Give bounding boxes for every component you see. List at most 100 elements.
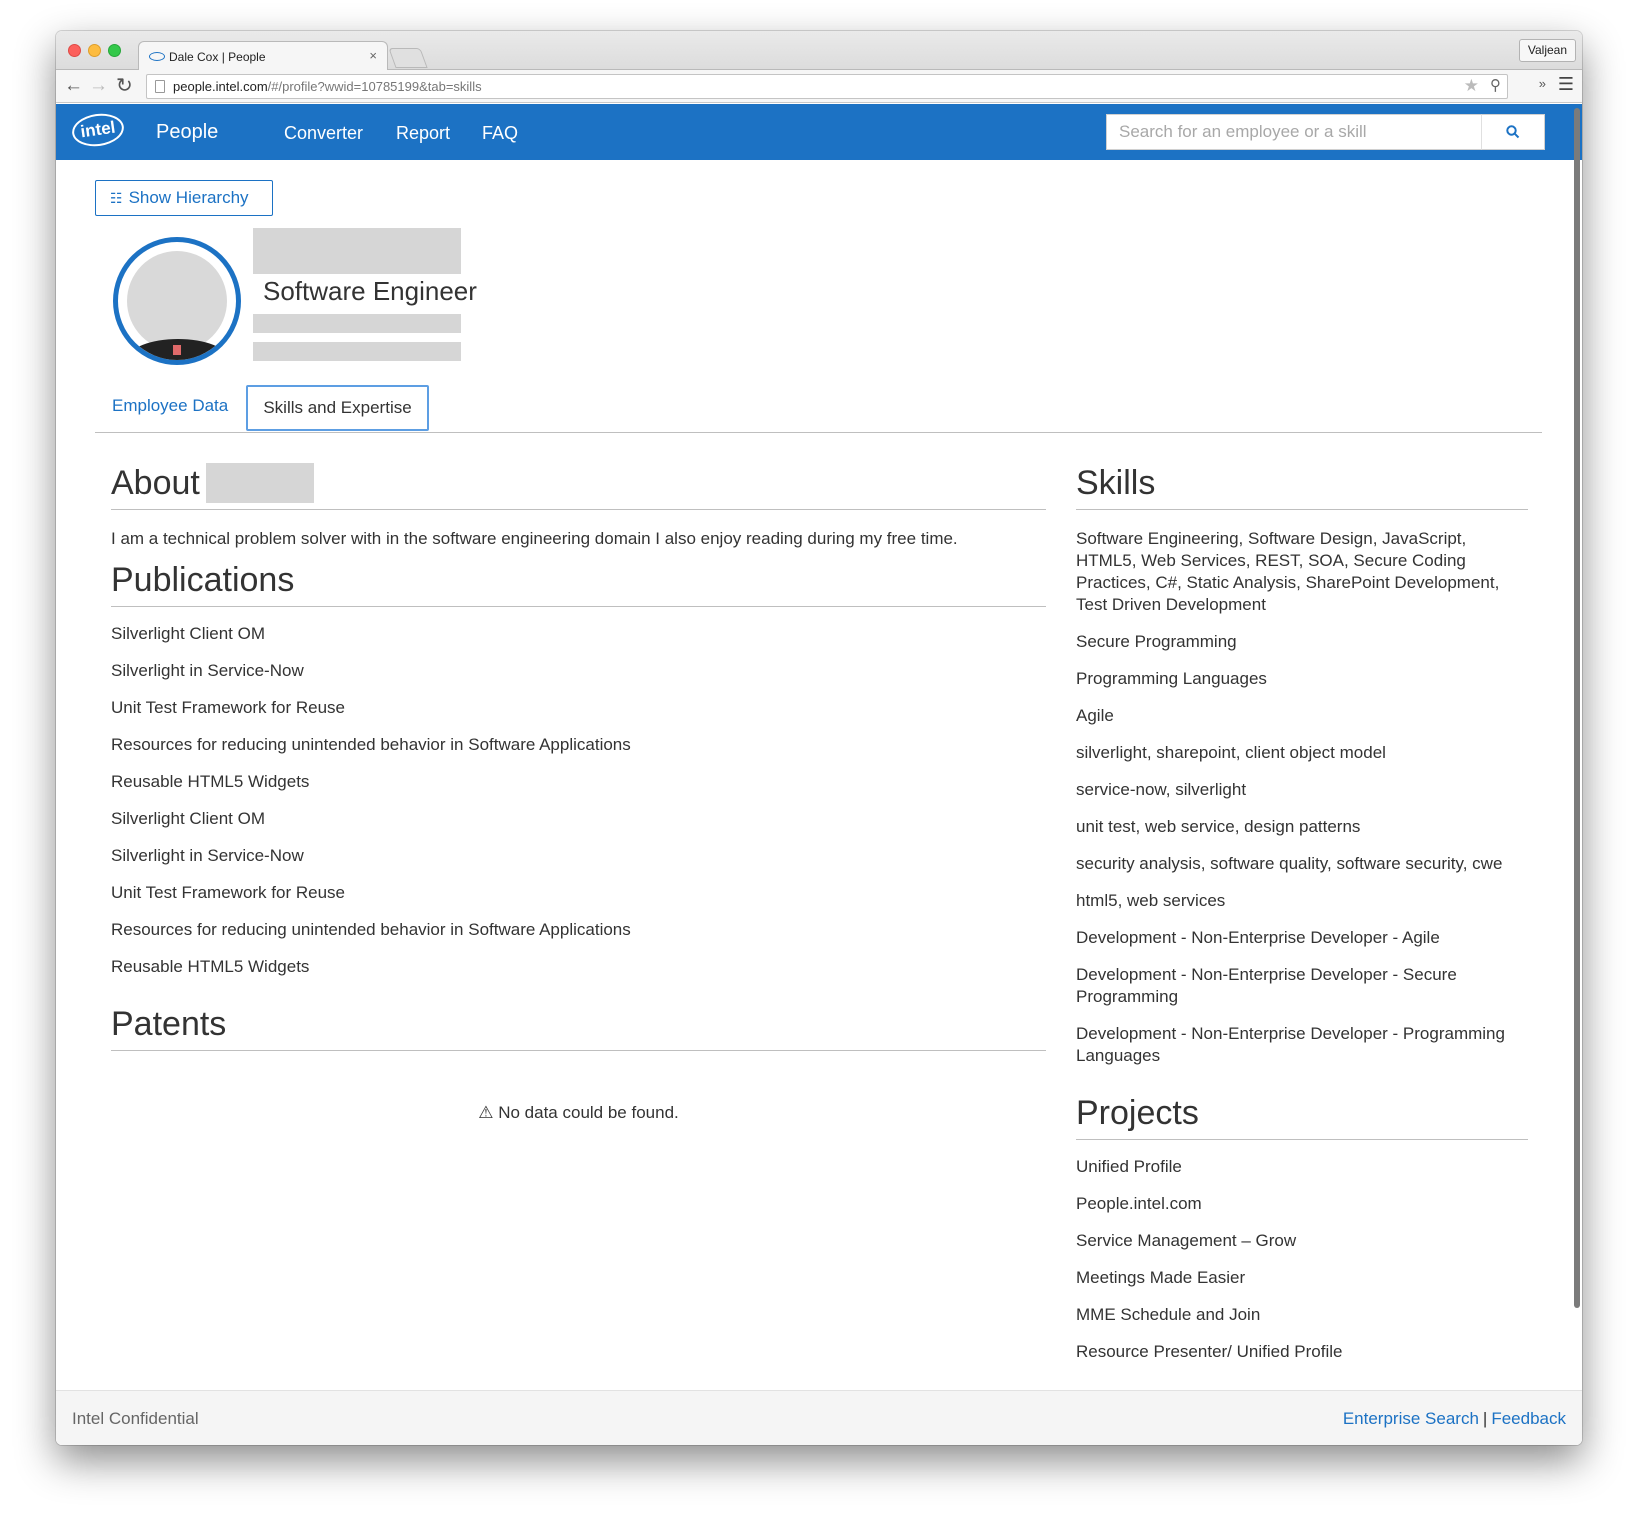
skill-item: Development - Non-Enterprise Developer -… — [1076, 928, 1440, 947]
nav-link-faq[interactable]: FAQ — [482, 123, 518, 144]
publication-item: Resources for reducing unintended behavi… — [111, 920, 631, 939]
tab-title: Dale Cox | People — [169, 50, 266, 64]
skills-heading: Skills — [1076, 464, 1156, 502]
maximize-window-button[interactable] — [108, 44, 121, 57]
close-window-button[interactable] — [68, 44, 81, 57]
page-icon — [155, 80, 165, 93]
about-heading-text: About — [111, 464, 200, 502]
address-bar[interactable]: people.intel.com/#/profile?wwid=10785199… — [146, 74, 1508, 99]
publication-item: Reusable HTML5 Widgets — [111, 957, 310, 976]
nav-link-report[interactable]: Report — [396, 123, 450, 144]
back-arrow-icon[interactable]: ← — [64, 74, 83, 98]
url-path: /#/profile?wwid=10785199&tab=skills — [267, 79, 482, 94]
warning-icon: ⚠ — [478, 1103, 494, 1122]
tab-close-icon[interactable]: × — [369, 48, 377, 63]
section-divider — [111, 1050, 1046, 1051]
forward-arrow-icon[interactable]: → — [89, 74, 108, 98]
publication-item: Silverlight Client OM — [111, 809, 265, 828]
publication-item: Silverlight Client OM — [111, 624, 265, 643]
publication-item: Unit Test Framework for Reuse — [111, 883, 345, 902]
redacted-detail — [253, 314, 461, 333]
footer-confidential: Intel Confidential — [72, 1409, 199, 1428]
left-column: About I am a technical problem solver wi… — [111, 459, 1046, 1123]
search-button[interactable] — [1481, 114, 1545, 150]
skills-list: Software Engineering, Software Design, J… — [1076, 528, 1528, 1067]
new-tab-button[interactable] — [388, 48, 428, 68]
project-item: Service Management – Grow — [1076, 1231, 1297, 1250]
feedback-link[interactable]: Feedback — [1491, 1409, 1566, 1428]
browser-toolbar: ← → ↻ people.intel.com/#/profile?wwid=10… — [56, 70, 1582, 103]
nav-link-converter[interactable]: Converter — [284, 123, 363, 144]
tabs-divider — [95, 432, 1542, 433]
intel-logo[interactable]: intel — [70, 110, 126, 150]
sitemap-icon: ☷ — [110, 190, 123, 206]
redacted-name — [253, 228, 461, 274]
skill-item: security analysis, software quality, sof… — [1076, 854, 1503, 873]
extensions-overflow-icon[interactable]: » — [1539, 76, 1546, 91]
skill-item: Development - Non-Enterprise Developer -… — [1076, 1024, 1505, 1065]
intel-favicon-icon — [149, 52, 165, 61]
project-item: Unified Profile — [1076, 1157, 1182, 1176]
page-viewport: intel People Converter Report FAQ ☷ Show … — [56, 104, 1582, 1445]
project-item: Resource Presenter/ Unified Profile — [1076, 1342, 1343, 1361]
url-host: people.intel.com — [173, 79, 268, 94]
browser-menu-icon[interactable]: ☰ — [1558, 74, 1574, 95]
skill-item: Agile — [1076, 706, 1114, 725]
skill-item: html5, web services — [1076, 891, 1226, 910]
skill-item: service-now, silverlight — [1076, 780, 1247, 799]
skill-item: silverlight, sharepoint, client object m… — [1076, 743, 1386, 762]
redacted-about-name — [206, 463, 314, 503]
avatar-head — [127, 251, 227, 351]
tab-skills-and-expertise[interactable]: Skills and Expertise — [246, 385, 429, 431]
bookmark-star-icon[interactable]: ★ — [1464, 76, 1479, 96]
patents-empty-message: ⚠ No data could be found. — [111, 1103, 1046, 1123]
skill-item: Secure Programming — [1076, 632, 1237, 651]
top-navbar: intel People Converter Report FAQ — [56, 104, 1582, 160]
show-hierarchy-button[interactable]: ☷ Show Hierarchy — [95, 180, 273, 216]
url-text: people.intel.com/#/profile?wwid=10785199… — [173, 79, 482, 94]
publication-item: Silverlight in Service-Now — [111, 661, 304, 680]
project-item: People.intel.com — [1076, 1194, 1202, 1213]
section-divider — [111, 509, 1046, 510]
minimize-window-button[interactable] — [88, 44, 101, 57]
publication-item: Silverlight in Service-Now — [111, 846, 304, 865]
show-hierarchy-label: Show Hierarchy — [128, 188, 249, 207]
page-footer: Intel Confidential Enterprise Search | Fee… — [56, 1390, 1582, 1445]
skill-item: unit test, web service, design patterns — [1076, 817, 1361, 836]
footer-separator: | — [1482, 1409, 1488, 1428]
job-title: Software Engineer — [263, 276, 477, 306]
page-scrollbar[interactable] — [1574, 108, 1580, 1308]
redacted-detail — [253, 342, 461, 361]
publications-heading: Publications — [111, 561, 295, 599]
project-item: MME Schedule and Join — [1076, 1305, 1261, 1324]
publication-item: Resources for reducing unintended behavi… — [111, 735, 631, 754]
publications-list: Silverlight Client OM Silverlight in Ser… — [111, 623, 1046, 978]
project-item: Meetings Made Easier — [1076, 1268, 1246, 1287]
browser-tabbar: Dale Cox | People × Valjean — [56, 31, 1582, 71]
profile-user-button[interactable]: Valjean — [1518, 39, 1576, 62]
right-column: Skills Software Engineering, Software De… — [1076, 459, 1528, 1378]
skill-item: Development - Non-Enterprise Developer -… — [1076, 965, 1457, 1006]
skill-item: Programming Languages — [1076, 669, 1267, 688]
search-input[interactable] — [1106, 114, 1482, 150]
section-divider — [1076, 509, 1528, 510]
enterprise-search-link[interactable]: Enterprise Search — [1343, 1409, 1479, 1428]
brand-people-link[interactable]: People — [156, 121, 218, 144]
publication-item: Reusable HTML5 Widgets — [111, 772, 310, 791]
skill-item: Software Engineering, Software Design, J… — [1076, 529, 1500, 614]
browser-tab[interactable]: Dale Cox | People × — [138, 41, 388, 71]
zoom-icon[interactable]: ⚲ — [1490, 76, 1501, 94]
patents-heading: Patents — [111, 1005, 227, 1043]
reload-icon[interactable]: ↻ — [116, 74, 133, 98]
projects-list: Unified Profile People.intel.com Service… — [1076, 1156, 1528, 1363]
section-divider — [1076, 1139, 1528, 1140]
avatar-tie — [173, 345, 181, 355]
empty-message-text: No data could be found. — [498, 1103, 679, 1122]
projects-heading: Projects — [1076, 1094, 1199, 1132]
section-divider — [111, 606, 1046, 607]
avatar — [113, 237, 241, 365]
footer-links: Enterprise Search | Feedback — [1343, 1409, 1566, 1429]
publication-item: Unit Test Framework for Reuse — [111, 698, 345, 717]
tab-employee-data[interactable]: Employee Data — [112, 396, 228, 416]
about-text: I am a technical problem solver with in … — [111, 529, 958, 548]
